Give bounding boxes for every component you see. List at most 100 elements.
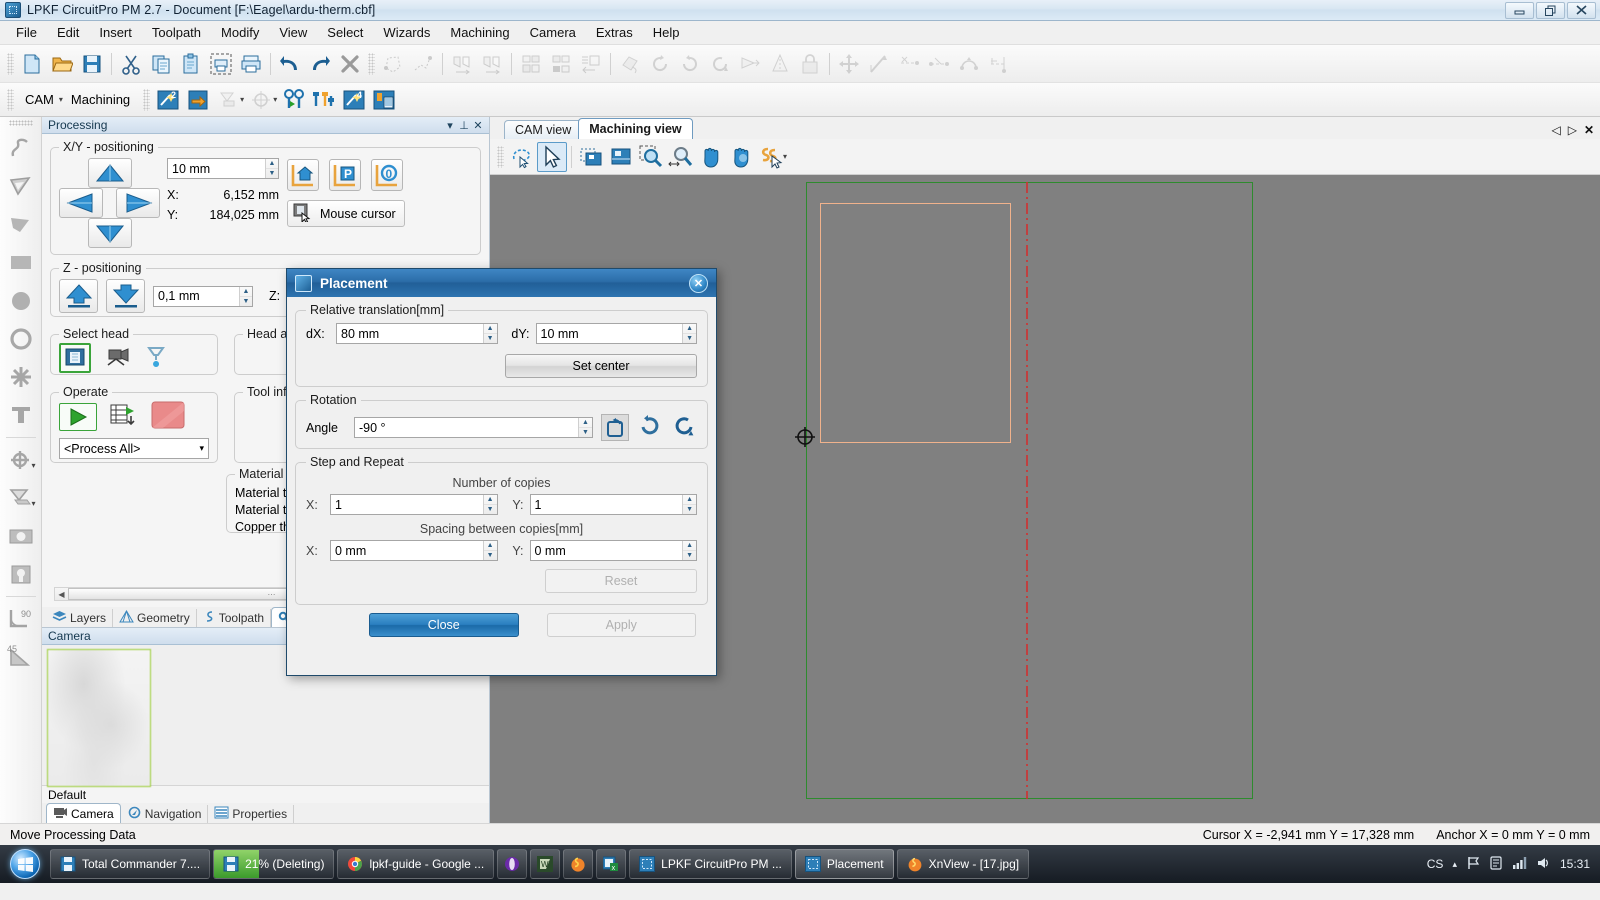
mirror-horizontal-icon[interactable] [447,49,477,79]
rubout-tool-icon[interactable]: ▾ [3,479,39,517]
spinner-arrows[interactable]: ▲ ▼ [682,541,696,560]
menu-item-help[interactable]: Help [643,22,690,43]
menu-item-select[interactable]: Select [317,22,373,43]
measure-angle-icon[interactable] [864,49,894,79]
spinner-up-icon[interactable]: ▲ [483,541,497,551]
menu-item-file[interactable]: File [6,22,47,43]
spinner-arrows[interactable]: ▲ ▼ [482,324,497,343]
taskbar-item-excel-export[interactable]: x [596,849,627,879]
text-tool-icon[interactable] [3,396,39,434]
tray-language-indicator[interactable]: CS [1427,857,1444,871]
material-setup-icon[interactable] [369,85,399,115]
chevron-down-icon[interactable]: ▾ [783,152,787,161]
print-icon[interactable] [236,49,266,79]
mouse-cursor-button[interactable]: Mouse cursor [287,200,405,227]
pad-tool-icon[interactable] [3,517,39,555]
chevron-down-icon[interactable]: ▾ [199,443,204,454]
tab-camera[interactable]: Camera [46,803,121,823]
tab-layers[interactable]: Layers [46,609,114,627]
tab-next-icon[interactable]: ▷ [1568,123,1577,137]
rectangle-tool-icon[interactable] [3,244,39,282]
tab-navigation[interactable]: Navigation [121,805,209,823]
minimize-button[interactable] [1505,2,1534,19]
pointer-select-icon[interactable] [537,141,567,172]
zoom-in-icon[interactable] [636,142,666,172]
rotate-cw-icon[interactable] [705,49,735,79]
mode-label-machining[interactable]: Machining [65,92,140,107]
export-icon[interactable] [183,85,213,115]
network-icon[interactable] [1512,856,1527,873]
mirror-axis-icon[interactable] [765,49,795,79]
snap-icon[interactable] [756,142,786,172]
flag-icon[interactable] [1466,856,1480,873]
fit-board-icon[interactable] [576,49,606,79]
tab-properties[interactable]: Properties [208,805,295,823]
move-home-icon[interactable] [287,159,319,191]
jog-down-button[interactable] [88,218,132,248]
spinner-down-icon[interactable]: ▼ [484,334,497,343]
array-icon[interactable] [546,49,576,79]
panel-close-button[interactable]: ✕ [471,119,485,132]
snowflake-tool-icon[interactable] [3,358,39,396]
camera-head-icon[interactable] [105,345,131,372]
close-button[interactable]: Close [369,613,519,637]
pan-icon[interactable] [696,142,726,172]
mode-label-cam[interactable]: CAM [17,92,62,107]
trim-icon[interactable] [894,49,924,79]
extend-icon[interactable] [924,49,954,79]
start-processing-icon[interactable] [59,402,97,431]
chevron-down-icon[interactable]: ▾ [31,499,35,508]
z-step-spinner[interactable]: ▲▼ [153,285,253,307]
xy-step-spinner[interactable]: ▲▼ [167,158,279,179]
taskbar-item-firefox[interactable] [563,849,594,879]
z-step-input[interactable] [154,286,240,306]
z-up-button[interactable] [59,279,98,313]
spinner-up-icon[interactable]: ▲ [683,495,696,505]
menu-item-view[interactable]: View [269,22,317,43]
tool-settings-icon[interactable] [309,85,339,115]
polyline-tool-icon[interactable] [408,49,438,79]
copy-icon[interactable] [146,49,176,79]
spinner-up-icon[interactable]: ▲ [483,495,497,505]
taskbar-item-xnview[interactable]: XnView - [17.jpg] [896,849,1030,879]
jog-up-button[interactable] [88,158,132,188]
menu-item-edit[interactable]: Edit [47,22,89,43]
move-placement-icon[interactable] [615,49,645,79]
set-center-button[interactable]: Set center [505,354,697,378]
spinner-down-icon[interactable]: ▼ [266,169,278,178]
step-processing-icon[interactable] [109,402,139,431]
fiducial-tool-icon[interactable]: ▾ [3,441,39,479]
menu-item-machining[interactable]: Machining [440,22,519,43]
taskbar-item-mediaplayer[interactable]: W [530,849,561,879]
lock-icon[interactable] [795,49,825,79]
tab-close-icon[interactable]: ✕ [1584,123,1594,137]
fiducial-icon[interactable] [246,85,276,115]
xy-step-input[interactable] [168,159,265,178]
angle-45-tool-icon[interactable]: 45 [3,638,39,676]
move-zero-position-icon[interactable]: 0 [371,159,403,191]
tab-toolpath[interactable]: Toolpath [197,609,272,627]
dimension-icon[interactable] [984,49,1014,79]
taskbar-item-opera[interactable] [497,849,528,879]
panel-menu-button[interactable]: ▾ [443,119,457,132]
taskbar-item-chrome[interactable]: lpkf-guide - Google ... [337,849,495,879]
rotate-cw-icon[interactable] [671,413,697,442]
dialog-title-bar[interactable]: Placement ✕ [287,269,716,297]
spinner-arrows[interactable]: ▲ ▼ [577,418,592,437]
taskbar-item-total-commander[interactable]: Total Commander 7.... [50,849,211,879]
tab-machining-view[interactable]: Machining view [578,118,693,139]
spinner-up-icon[interactable]: ▲ [578,418,592,428]
menu-item-toolpath[interactable]: Toolpath [142,22,211,43]
dialog-close-button[interactable]: ✕ [689,273,708,293]
zoom-extents-icon[interactable] [666,142,696,172]
panel-pin-button[interactable]: ⊥ [457,119,471,132]
spinner-up-icon[interactable]: ▲ [265,159,278,169]
spinner-up-icon[interactable]: ▲ [683,324,696,334]
spacing-x-spinner[interactable]: ▲▼ [330,540,498,561]
taskbar-item-deleting-progress[interactable]: 21% (Deleting) [213,849,335,879]
copies-y-spinner[interactable]: ▲▼ [529,494,697,515]
move-pause-position-icon[interactable]: P [329,159,361,191]
new-document-icon[interactable] [17,49,47,79]
chevron-down-icon[interactable]: ▾ [59,95,63,104]
board-wizard-icon[interactable]: 4 [339,85,369,115]
